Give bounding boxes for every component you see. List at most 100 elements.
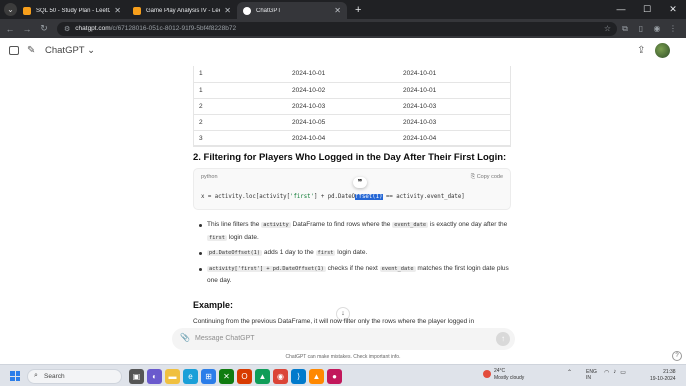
search-icon: ⌕ xyxy=(34,372,38,379)
table-cell: 2024-10-05 xyxy=(286,114,397,131)
back-arrow-icon[interactable]: ← xyxy=(3,24,17,34)
browser-tab-1[interactable]: SQL 50 - Study Plan - LeetCode ✕ xyxy=(17,2,127,19)
chat-message-area: 1 2024-10-01 2024-10-01 1 2024-10-02 202… xyxy=(0,66,686,330)
split-view-icon[interactable]: ▯ xyxy=(633,24,649,33)
browser-menu-icon[interactable]: ⋮ xyxy=(665,24,681,33)
example-heading: Example: xyxy=(193,300,234,310)
new-chat-icon[interactable]: ✎ xyxy=(27,45,35,56)
xbox-icon[interactable]: ✕ xyxy=(219,369,234,384)
result-table: 1 2024-10-01 2024-10-01 1 2024-10-02 202… xyxy=(193,66,511,147)
table-cell: 2024-10-03 xyxy=(397,98,511,115)
code-text: == activity.event_date] xyxy=(382,194,465,200)
code-text: x = activity.loc[activity[ xyxy=(201,194,291,200)
store-icon[interactable]: ⊞ xyxy=(201,369,216,384)
close-window-icon[interactable]: ✕ xyxy=(660,0,686,19)
send-arrow-icon[interactable]: ↑ xyxy=(496,332,510,346)
share-icon[interactable]: ⇪ xyxy=(637,45,645,56)
language-indicator[interactable]: ENG IN xyxy=(586,369,597,381)
url-field[interactable]: ⚙ chatgpt.com/c/67128016-051c-8012-91f9-… xyxy=(57,21,617,36)
disclaimer-text: ChatGPT can make mistakes. Check importa… xyxy=(285,354,401,360)
inline-code: event_date xyxy=(379,265,416,272)
code-line: x = activity.loc[activity['first'] + pd.… xyxy=(201,194,465,200)
inline-code: pd.DateOffset(1) xyxy=(207,250,263,256)
extensions-icon[interactable]: ⧉ xyxy=(617,24,633,34)
office-icon[interactable]: O xyxy=(237,369,252,384)
browser-tab-2[interactable]: Game Play Analysis IV - LeetCo ✕ xyxy=(127,2,237,19)
code-text: ] + pd.DateO xyxy=(314,194,356,200)
inline-code: activity xyxy=(261,222,291,228)
reload-icon[interactable]: ↻ xyxy=(37,23,51,34)
battery-icon[interactable]: ▭ xyxy=(620,369,626,376)
copy-code-button[interactable]: ⎘ Copy code xyxy=(471,174,503,181)
quote-reply-button[interactable]: ❞ xyxy=(353,177,367,188)
sidebar-toggle-icon[interactable] xyxy=(9,46,19,55)
tray-chevron-icon[interactable]: ⌃ xyxy=(567,369,572,376)
table-cell: 1 xyxy=(193,66,286,83)
table-row: 1 2024-10-01 2024-10-01 xyxy=(193,66,511,83)
profile-icon[interactable]: ◉ xyxy=(649,24,665,33)
app-icon[interactable]: ▲ xyxy=(255,369,270,384)
forward-arrow-icon[interactable]: → xyxy=(20,24,34,34)
url-host: chatgpt.com xyxy=(75,25,111,32)
table-cell: 2024-10-01 xyxy=(286,66,397,83)
table-cell: 2024-10-02 xyxy=(286,82,397,99)
table-cell: 1 xyxy=(193,82,286,99)
section-heading: 2. Filtering for Players Who Logged in t… xyxy=(193,152,507,163)
weather-widget[interactable]: 24°C Mostly cloudy xyxy=(483,368,524,382)
user-avatar[interactable] xyxy=(655,43,670,58)
model-selector[interactable]: ChatGPT ⌄ xyxy=(45,45,95,56)
table-cell: 2 xyxy=(193,98,286,115)
minimize-icon[interactable]: — xyxy=(608,0,634,19)
app-icon[interactable]: ● xyxy=(327,369,342,384)
maximize-icon[interactable]: ☐ xyxy=(634,0,660,19)
site-info-icon[interactable]: ⚙ xyxy=(64,25,70,33)
taskbar-apps: ▣ ◐ ▬ e ⊞ ✕ O ▲ ◉ ⟩ ▲ ● xyxy=(129,369,342,384)
table-cell: 2024-10-03 xyxy=(397,114,511,131)
tab-title: ChatGPT xyxy=(256,7,282,14)
close-tab-icon[interactable]: ✕ xyxy=(224,6,231,15)
window-controls: — ☐ ✕ xyxy=(608,0,686,19)
message-composer[interactable]: 📎 Message ChatGPT ↑ xyxy=(172,328,515,350)
text: checks if the next xyxy=(325,264,380,272)
task-view-icon[interactable]: ▣ xyxy=(129,369,144,384)
tab-title: Game Play Analysis IV - LeetCo xyxy=(146,7,220,14)
text: is exactly one day after the xyxy=(428,221,508,228)
vlc-icon[interactable]: ▲ xyxy=(309,369,324,384)
volume-icon[interactable]: ♪ xyxy=(613,369,616,376)
list-item: activity['first'] + pd.DateOffset(1) che… xyxy=(198,263,510,288)
tab-search-icon[interactable]: ⌄ xyxy=(4,3,17,16)
vscode-icon[interactable]: ⟩ xyxy=(291,369,306,384)
windows-start-icon[interactable] xyxy=(10,371,20,381)
url-path: /c/67128016-051c-8012-91f9-5bf4f8228b72 xyxy=(110,25,237,32)
file-explorer-icon[interactable]: ▬ xyxy=(165,369,180,384)
chatgpt-header: ✎ ChatGPT ⌄ ⇪ xyxy=(0,38,686,66)
taskbar-search-box[interactable]: ⌕ Search xyxy=(27,369,122,384)
list-item: This line filters the activity DataFrame… xyxy=(198,219,510,244)
table-cell: 2024-10-04 xyxy=(397,130,511,147)
help-question-icon[interactable]: ? xyxy=(672,351,682,361)
taskbar-clock[interactable]: 21:38 19-10-2024 xyxy=(650,369,676,383)
text: login date. xyxy=(226,233,259,241)
browser-tab-3-active[interactable]: ChatGPT ✕ xyxy=(237,2,347,19)
wifi-icon[interactable]: ◠ xyxy=(604,369,609,376)
tab-title: SQL 50 - Study Plan - LeetCode xyxy=(36,7,111,14)
text: login date. xyxy=(335,249,368,256)
bookmark-star-icon[interactable]: ☆ xyxy=(604,24,611,33)
system-tray: ⌃ xyxy=(567,369,572,376)
table-row: 2 2024-10-03 2024-10-03 xyxy=(193,98,511,115)
close-tab-icon[interactable]: ✕ xyxy=(114,6,121,15)
attach-paperclip-icon[interactable]: 📎 xyxy=(180,333,190,342)
copilot-icon[interactable]: ◐ xyxy=(147,369,162,384)
new-tab-plus-icon[interactable]: + xyxy=(355,4,361,16)
inline-code: first xyxy=(207,234,227,241)
search-label: Search xyxy=(44,373,65,380)
inline-code: first xyxy=(315,250,336,256)
weather-icon xyxy=(483,370,491,378)
edge-icon[interactable]: e xyxy=(183,369,198,384)
message-input[interactable]: Message ChatGPT xyxy=(195,335,255,342)
table-cell: 2 xyxy=(193,114,286,131)
selected-code-text: ffset(1) xyxy=(355,194,383,200)
chrome-icon[interactable]: ◉ xyxy=(273,369,288,384)
close-tab-icon[interactable]: ✕ xyxy=(334,6,341,15)
weather-temp: 24°C xyxy=(494,368,506,374)
